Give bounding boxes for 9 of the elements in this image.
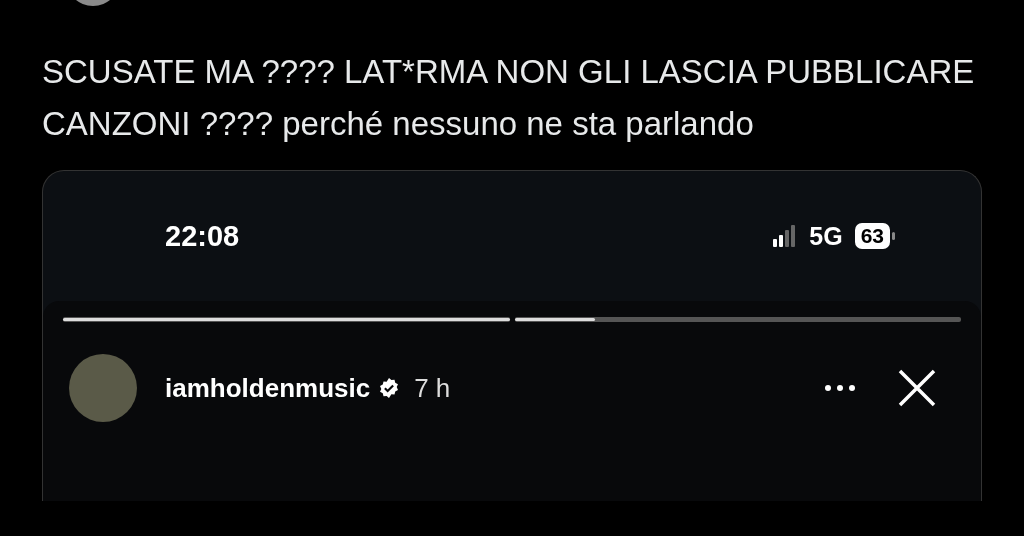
signal-icon: [773, 224, 798, 248]
close-icon[interactable]: [897, 368, 937, 408]
network-label: 5G: [809, 221, 843, 251]
more-icon[interactable]: [825, 385, 855, 391]
status-time: 22:08: [165, 219, 241, 253]
post-text: SCUSATE MA ???? LAT*RMA NON GLI LASCIA PUBBLICARE CANZONI ???? perché nessuno ne sta parlando: [42, 52, 976, 144]
post-time: 7 h: [414, 372, 452, 404]
battery-level: 63: [854, 223, 890, 249]
username[interactable]: iamholdenmusic: [165, 372, 371, 404]
